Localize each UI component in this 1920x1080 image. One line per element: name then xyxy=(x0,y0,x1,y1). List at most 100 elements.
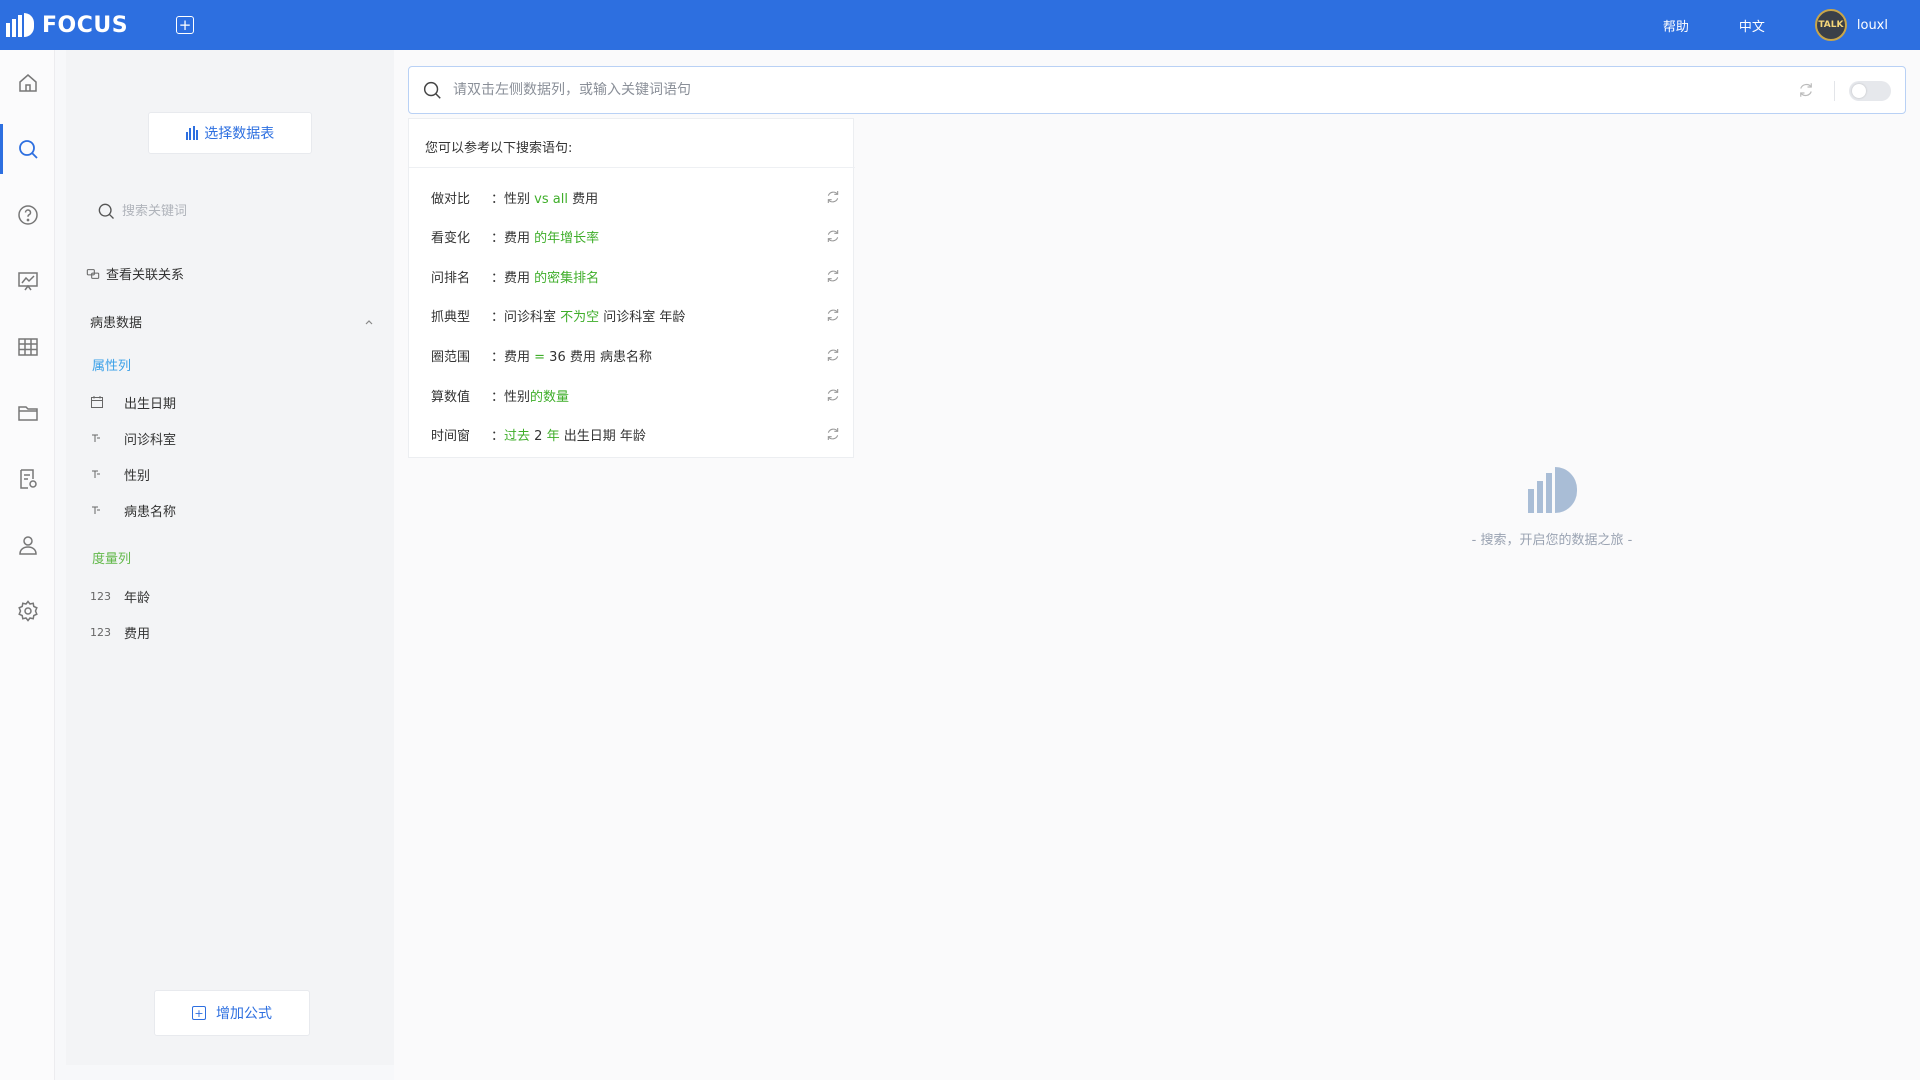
nav-search[interactable] xyxy=(0,116,55,182)
help-link[interactable]: 帮助 xyxy=(1663,16,1689,35)
suggestion-category: 问排名 xyxy=(431,270,471,286)
calendar-icon xyxy=(90,395,112,409)
top-bar: FOCUS + 帮助 中文 TALK louxl xyxy=(0,0,1920,50)
query-text: 费用 xyxy=(567,191,599,207)
suggestion-row[interactable]: 抓典型 ：问诊科室 不为空 问诊科室 年龄 xyxy=(431,301,841,329)
refresh-icon[interactable] xyxy=(825,387,841,407)
query-text: 问诊科室 年龄 xyxy=(599,309,686,325)
empty-state: - 搜索，开启您的数据之旅 - xyxy=(1402,465,1702,548)
query-text: 2 xyxy=(530,428,547,444)
voice-toggle[interactable] xyxy=(1849,81,1891,101)
search-icon xyxy=(98,203,114,219)
query-text: 36 费用 病患名称 xyxy=(545,349,652,365)
suggestion-row[interactable]: 时间窗 ：过去 2 年 出生日期 年龄 xyxy=(431,420,841,448)
add-tab-button[interactable]: + xyxy=(176,16,195,34)
suggestion-row[interactable]: 圈范围 ：费用 = 36 费用 病患名称 xyxy=(431,341,841,369)
refresh-icon[interactable] xyxy=(825,189,841,209)
suggestion-query: ：过去 2 年 出生日期 年龄 xyxy=(491,425,646,444)
query-keyword: 的密集排名 xyxy=(534,270,600,286)
query-text: ： xyxy=(491,428,505,444)
search-icon xyxy=(423,81,441,99)
nav-table[interactable] xyxy=(0,314,55,380)
table-group-header[interactable]: 病患数据 xyxy=(90,312,374,331)
chevron-up-icon[interactable] xyxy=(364,317,374,327)
suggestion-row[interactable]: 看变化 ：费用 的年增长率 xyxy=(431,222,841,250)
suggestion-query: ：问诊科室 不为空 问诊科室 年龄 xyxy=(491,306,685,325)
username[interactable]: louxl xyxy=(1857,18,1888,33)
field-item[interactable]: 123 年龄 xyxy=(90,582,350,610)
suggestion-category: 做对比 xyxy=(431,191,471,207)
select-table-button[interactable]: 选择数据表 xyxy=(148,112,312,154)
query-text: ：费用 xyxy=(491,230,535,246)
suggestion-category: 看变化 xyxy=(431,230,471,246)
query-keyword: 的年增长率 xyxy=(534,230,600,246)
query-text: ：问诊科室 xyxy=(491,309,561,325)
link-icon xyxy=(86,268,100,279)
field-item[interactable]: 问诊科室 xyxy=(90,424,350,452)
suggestion-row[interactable]: 做对比 ：性别 vs all 费用 xyxy=(431,183,841,211)
field-item[interactable]: 病患名称 xyxy=(90,496,350,524)
help-icon xyxy=(17,205,38,225)
nav-settings[interactable] xyxy=(0,578,55,644)
field-name: 病患名称 xyxy=(124,504,177,520)
chart-board-icon xyxy=(17,272,38,291)
suggestion-title: 您可以参考以下搜索语句: xyxy=(425,141,573,156)
query-text: 出生日期 年龄 xyxy=(559,428,646,444)
focus-logo[interactable]: FOCUS xyxy=(6,13,128,38)
nav-chart-board[interactable] xyxy=(0,248,55,314)
app-name: FOCUS xyxy=(42,12,129,38)
main-area: 您可以参考以下搜索语句: 做对比：性别 vs all 费用看变化：费用 的年增长… xyxy=(394,50,1920,1080)
text-type-icon xyxy=(90,432,112,444)
field-item[interactable]: 性别 xyxy=(90,460,350,488)
search-input[interactable] xyxy=(453,82,1753,98)
nav-rail xyxy=(0,50,55,1080)
number-type-icon: 123 xyxy=(90,589,111,603)
view-relations-link[interactable]: 查看关联关系 xyxy=(86,264,184,283)
bar-chart-icon xyxy=(185,126,199,140)
suggestion-query: ：性别 vs all 费用 xyxy=(491,188,598,207)
suggestion-category: 算数值 xyxy=(431,389,471,405)
add-formula-button[interactable]: + 增加公式 xyxy=(154,990,310,1036)
search-icon xyxy=(18,140,38,159)
avatar[interactable]: TALK xyxy=(1814,9,1847,41)
suggestion-category: 时间窗 xyxy=(431,428,471,444)
view-relations-label: 查看关联关系 xyxy=(106,268,185,283)
report-settings-icon xyxy=(19,469,37,489)
field-name: 年龄 xyxy=(124,590,151,606)
refresh-icon[interactable] xyxy=(1797,81,1815,99)
query-keyword: 年 xyxy=(546,428,560,444)
refresh-icon[interactable] xyxy=(825,268,841,288)
query-keyword: 过去 xyxy=(504,428,531,444)
suggestion-panel: 您可以参考以下搜索语句: 做对比 ：性别 vs all 费用 看变化 ：费用 的年增长… xyxy=(408,118,855,458)
user-icon xyxy=(18,536,37,555)
suggestion-row[interactable]: 问排名 ：费用 的密集排名 xyxy=(431,262,841,290)
field-name: 出生日期 xyxy=(124,396,177,412)
query-keyword: vs all xyxy=(534,191,568,207)
keyword-search xyxy=(96,196,366,226)
nav-folder[interactable] xyxy=(0,380,55,446)
refresh-icon[interactable] xyxy=(825,347,841,367)
suggestion-row[interactable]: 算数值 ：性别的数量 xyxy=(431,381,841,409)
nav-home[interactable] xyxy=(0,50,55,116)
refresh-icon[interactable] xyxy=(825,228,841,248)
suggestion-category: 抓典型 xyxy=(431,309,471,325)
nav-user[interactable] xyxy=(0,512,55,578)
settings-icon xyxy=(17,600,38,622)
suggestion-category: 圈范围 xyxy=(431,349,471,365)
refresh-icon[interactable] xyxy=(825,426,841,446)
query-keyword: = xyxy=(534,349,546,365)
field-item[interactable]: 123 费用 xyxy=(90,618,350,646)
suggestion-query: ：费用 = 36 费用 病患名称 xyxy=(491,346,652,365)
field-item[interactable]: 出生日期 xyxy=(90,388,350,416)
folder-icon xyxy=(17,406,38,421)
attribute-section-label: 属性列 xyxy=(92,359,132,374)
query-keyword: 不为空 xyxy=(560,309,600,325)
nav-help[interactable] xyxy=(0,182,55,248)
refresh-icon[interactable] xyxy=(825,307,841,327)
language-switch[interactable]: 中文 xyxy=(1739,16,1765,35)
focus-logo-icon xyxy=(1402,465,1702,513)
keyword-search-input[interactable] xyxy=(122,203,342,219)
divider xyxy=(1834,81,1835,101)
measure-section-label: 度量列 xyxy=(92,552,132,567)
nav-report-settings[interactable] xyxy=(0,446,55,512)
